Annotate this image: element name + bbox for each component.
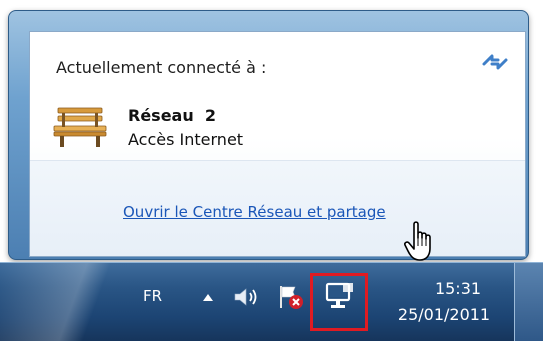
flag-error-icon[interactable] (277, 283, 305, 311)
show-desktop-button[interactable] (514, 263, 543, 341)
flyout-panel: Actuellement connecté à : Réseau 2 Accès… (29, 31, 526, 261)
clock-date[interactable]: 25/01/2011 (384, 305, 504, 324)
network-flyout: Actuellement connecté à : Réseau 2 Accès… (8, 10, 529, 261)
clock-time[interactable]: 15:31 (416, 279, 500, 298)
taskbar-glass (0, 263, 130, 341)
open-network-center-link[interactable]: Ouvrir le Centre Réseau et partage (123, 203, 386, 221)
language-indicator[interactable]: FR (143, 287, 162, 305)
network-name: Réseau 2 (128, 106, 217, 125)
chevron-up-icon[interactable] (201, 291, 215, 303)
taskbar: FR 15:31 25/01/2011 (0, 262, 543, 341)
speaker-icon[interactable] (232, 285, 264, 309)
flyout-title: Actuellement connecté à : (56, 58, 267, 77)
refresh-icon[interactable] (480, 50, 510, 74)
network-icon-highlight (310, 273, 368, 331)
bench-icon (53, 107, 107, 147)
network-status: Accès Internet (128, 130, 244, 149)
hand-cursor-icon (404, 221, 431, 261)
